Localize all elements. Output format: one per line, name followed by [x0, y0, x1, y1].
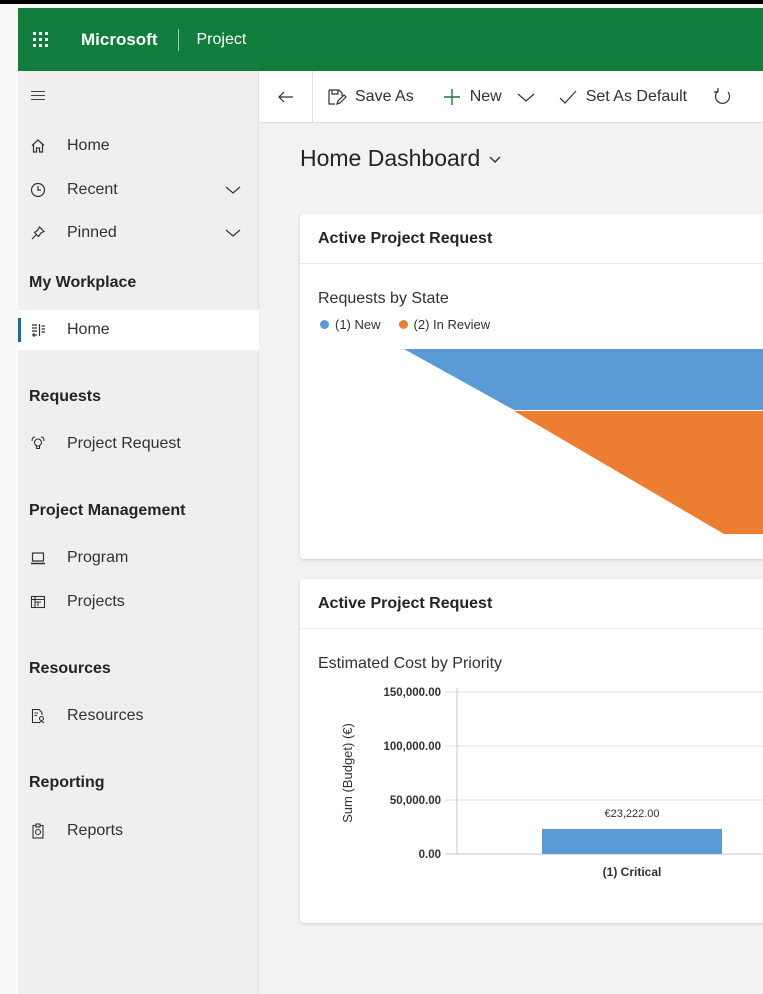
- chevron-down-icon[interactable]: [223, 223, 243, 243]
- sidebar-item-workplace-home[interactable]: Home: [18, 310, 259, 350]
- sidebar-item-label: Recent: [67, 181, 118, 198]
- product-name[interactable]: Project: [197, 31, 247, 49]
- sidebar-item-label: Program: [67, 549, 129, 566]
- set-as-default-button[interactable]: Set As Default: [558, 88, 687, 106]
- section-title-my-workplace: My Workplace: [29, 274, 137, 291]
- sidebar-item-label: Project Request: [67, 435, 181, 452]
- projects-icon: [28, 592, 48, 612]
- chart-title: Estimated Cost by Priority: [318, 655, 503, 672]
- sidebar-item-project-request[interactable]: Project Request: [18, 424, 259, 464]
- y-tick-label: 100,000.00: [383, 741, 441, 753]
- save-as-button[interactable]: Save As: [327, 88, 414, 106]
- chevron-down-icon: [489, 156, 501, 163]
- top-bar: Microsoft Project: [18, 8, 763, 71]
- app-launcher-button[interactable]: [18, 8, 63, 71]
- topbar-divider: [177, 28, 179, 51]
- chart-legend: (1) New (2) In Review: [320, 317, 508, 332]
- legend-item-new[interactable]: (1) New: [320, 317, 381, 332]
- sidebar-item-label: Resources: [67, 707, 144, 724]
- sidebar-item-recent[interactable]: Recent: [18, 170, 259, 210]
- dashboard-icon: [28, 320, 48, 340]
- chart-title: Requests by State: [318, 290, 449, 307]
- sidebar-item-label: Projects: [67, 593, 125, 610]
- legend-swatch: [398, 320, 408, 329]
- report-icon: [28, 821, 48, 841]
- back-button[interactable]: [259, 70, 313, 123]
- refresh-icon: [714, 87, 731, 104]
- x-tick-label: (1) Critical: [603, 865, 662, 879]
- sidebar: Home Recent Pinned My Workplace Home Req…: [18, 71, 259, 994]
- chart-card-cost-by-priority: Active Project Request Estimated Cost by…: [300, 579, 763, 923]
- y-axis-label: Sum (Budget) (€): [340, 723, 355, 823]
- chart-card-requests-by-state: Active Project Request Requests by State…: [300, 214, 763, 559]
- legend-label: (1) New: [335, 317, 381, 332]
- lightbulb-icon: [28, 434, 48, 454]
- bar-chart: Sum (Budget) (€) 150,000.00 100,000.00 50,0…: [340, 687, 763, 879]
- sidebar-item-resources[interactable]: Resources: [18, 696, 259, 736]
- page-title: Home Dashboard: [300, 145, 481, 171]
- y-tick-label: 150,000.00: [383, 687, 441, 699]
- section-title-resources: Resources: [29, 660, 111, 677]
- sidebar-item-reports[interactable]: Reports: [18, 811, 259, 851]
- laptop-icon: [28, 548, 48, 568]
- clock-icon: [28, 180, 48, 200]
- legend-label: (2) In Review: [413, 317, 491, 332]
- pin-icon: [28, 223, 48, 243]
- hamburger-menu-icon[interactable]: [31, 91, 45, 103]
- section-title-project-management: Project Management: [29, 502, 186, 519]
- save-as-icon: [328, 88, 347, 105]
- legend-item-in-review[interactable]: (2) In Review: [398, 317, 491, 332]
- sidebar-item-program[interactable]: Program: [18, 538, 259, 578]
- data-label: €23,222.00: [604, 808, 659, 820]
- bar[interactable]: [542, 828, 722, 854]
- card-header: Active Project Request: [300, 579, 763, 629]
- home-icon: [28, 136, 48, 156]
- sidebar-item-label: Pinned: [67, 224, 117, 241]
- card-header: Active Project Request: [300, 214, 763, 264]
- y-tick-label: 50,000.00: [390, 795, 441, 807]
- section-title-reporting: Reporting: [29, 774, 105, 791]
- save-as-label: Save As: [355, 87, 414, 105]
- new-label: New: [469, 87, 502, 105]
- funnel-segment-new[interactable]: [404, 349, 763, 410]
- checkmark-icon: [559, 90, 577, 104]
- sidebar-item-label: Home: [67, 137, 110, 154]
- funnel-chart: [404, 349, 763, 534]
- sidebar-item-projects[interactable]: Projects: [18, 582, 259, 622]
- sidebar-item-pinned[interactable]: Pinned: [18, 213, 259, 253]
- main-content: Save As New Set As Default Home Dashboar…: [259, 70, 763, 994]
- section-title-requests: Requests: [29, 388, 102, 405]
- new-button[interactable]: New: [442, 87, 544, 107]
- command-bar: Save As New Set As Default: [259, 70, 763, 123]
- chevron-down-icon[interactable]: [223, 180, 243, 200]
- back-arrow-icon: [277, 91, 293, 102]
- sidebar-item-home[interactable]: Home: [18, 126, 259, 166]
- set-as-default-label: Set As Default: [585, 87, 688, 105]
- funnel-segment-in-review[interactable]: [514, 411, 763, 534]
- chevron-down-icon[interactable]: [516, 87, 536, 107]
- dashboard-selector[interactable]: Home Dashboard: [300, 145, 502, 172]
- waffle-icon: [33, 32, 48, 47]
- sidebar-item-label: Home: [67, 321, 110, 338]
- plus-icon: [443, 88, 460, 105]
- brand-name[interactable]: Microsoft: [81, 30, 158, 50]
- legend-swatch: [320, 320, 329, 329]
- sidebar-item-label: Reports: [67, 822, 124, 839]
- y-tick-label: 0.00: [419, 849, 441, 861]
- refresh-button[interactable]: [713, 87, 741, 107]
- resource-icon: [28, 706, 48, 726]
- app-window: Microsoft Project Home Recent Pinned My …: [0, 4, 763, 994]
